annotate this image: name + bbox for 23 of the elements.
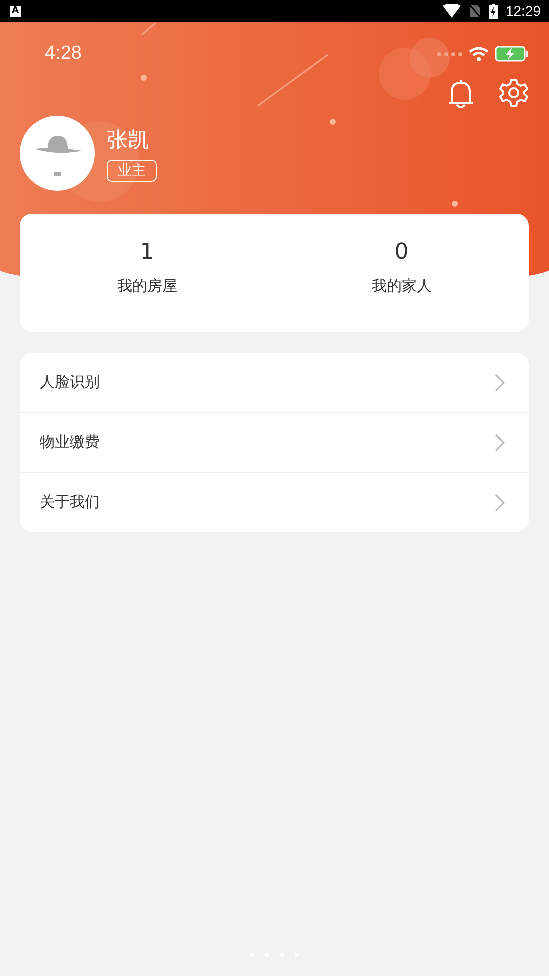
role-tag: 业主 xyxy=(107,160,157,182)
battery-icon xyxy=(488,4,498,18)
no-sim-icon xyxy=(468,4,481,18)
stat-value[interactable]: 1 xyxy=(140,240,154,265)
clock: 12:29 xyxy=(506,3,541,19)
menu-item[interactable]: 人脸识别 xyxy=(20,353,529,412)
chevron-right-icon xyxy=(495,494,505,512)
settings-icon[interactable] xyxy=(499,78,529,108)
wifi-icon xyxy=(442,4,461,18)
signal-icon xyxy=(437,52,463,56)
notification-bell-icon[interactable] xyxy=(447,78,475,110)
menu-item[interactable]: 物业缴费 xyxy=(20,412,529,472)
notification-icon: A xyxy=(10,6,21,16)
stat-value[interactable]: 0 xyxy=(394,240,409,265)
stat-label[interactable]: 我的房屋 xyxy=(117,277,178,296)
menu-item[interactable]: 关于我们 xyxy=(20,472,529,532)
battery-icon xyxy=(495,46,529,62)
chevron-right-icon xyxy=(495,374,505,392)
chevron-right-icon xyxy=(495,434,505,452)
clock: 4:28 xyxy=(45,43,82,65)
stat-label[interactable]: 我的家人 xyxy=(372,277,432,296)
wifi-icon xyxy=(469,46,489,62)
user-name: 张凯 xyxy=(107,126,149,154)
